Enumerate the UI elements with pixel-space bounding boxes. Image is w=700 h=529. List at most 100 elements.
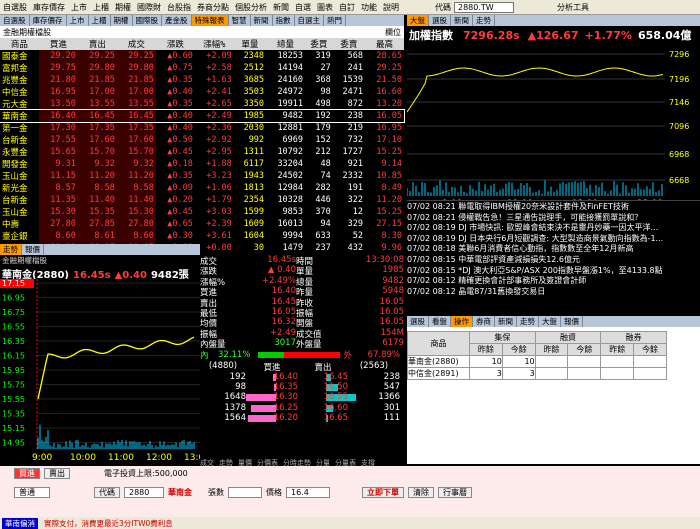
columns-button[interactable]: 欄位: [385, 27, 401, 38]
news-item[interactable]: 07/02 08:12 晶電87/31舊換發交易日: [407, 286, 700, 297]
tab-news[interactable]: 新聞: [451, 15, 473, 26]
quote-row[interactable]: 華南金 16.40 16.45 16.45 ▲0.40 +2.49 1985 9482 192 2…: [0, 110, 404, 122]
menu-item[interactable]: 上櫃: [90, 2, 112, 13]
credit-row[interactable]: 華南金(2880) 10 10: [408, 356, 667, 368]
tab-broker[interactable]: 券商: [473, 316, 495, 327]
quote-row[interactable]: 永豐金 15.65 15.70 15.70 ▲0.45 +2.95 1311 10792 212…: [0, 146, 404, 158]
watchlist-tab[interactable]: 期權: [111, 15, 133, 26]
menu-item[interactable]: 上市: [68, 2, 90, 13]
watchlist-tab[interactable]: 庫存價存: [30, 15, 67, 26]
column-header[interactable]: 買進: [39, 38, 78, 50]
watchlist-tab[interactable]: 智慧: [229, 15, 251, 26]
quote-row[interactable]: 第一金 17.30 17.35 17.35 ▲0.40 +2.36 2030 12881 179…: [0, 122, 404, 134]
watchlist-tab[interactable]: 特殊報表: [192, 15, 229, 26]
quote-row[interactable]: 元大金 13.50 13.55 13.55 ▲0.35 +2.65 3350 19911 498…: [0, 98, 404, 110]
clear-button[interactable]: 清除: [408, 487, 434, 498]
tab-news2[interactable]: 新聞: [495, 316, 517, 327]
column-header[interactable]: 委賣: [333, 38, 365, 50]
watchlist-tab[interactable]: 新聞: [251, 15, 273, 26]
news-item[interactable]: 07/02 08:19 DJ 市場快訊: 歐盟峰會結束決不是靈丹妙藥一因太平洋.…: [407, 222, 700, 233]
menu-item[interactable]: 國際財: [134, 2, 164, 13]
tools-menu[interactable]: 分析工具: [554, 2, 592, 13]
quote-row[interactable]: 兆豐金 21.80 21.85 21.85 ▲0.35 +1.63 3685 24160 368…: [0, 74, 404, 86]
menu-item[interactable]: 功能: [358, 2, 380, 13]
watchlist-tab[interactable]: 上櫃: [89, 15, 111, 26]
watchlist-tab[interactable]: 指數: [273, 15, 295, 26]
tab-trend2[interactable]: 走勢: [517, 316, 539, 327]
quote-row[interactable]: 台新金 11.35 11.40 11.40 ▲0.20 +1.79 2354 10328 446…: [0, 194, 404, 206]
quote-row[interactable]: 中壽 27.80 27.85 27.80 ▲0.65 +2.39 1609 16013 94 32…: [0, 218, 404, 230]
submit-order-button[interactable]: 立即下單: [362, 487, 404, 498]
tab-chart-quote[interactable]: 報價: [22, 244, 44, 255]
news-item[interactable]: 07/02 08:21 聯電取得IBM授權20奈米設計套件及FinFET技術: [407, 201, 700, 212]
menu-item[interactable]: 台股指: [164, 2, 194, 13]
quote-row[interactable]: 中信金 16.95 17.00 17.00 ▲0.40 +2.41 3503 24972 98 2…: [0, 86, 404, 98]
column-header[interactable]: 最高: [365, 38, 404, 50]
credit-table: 商品 集保 融資 融券 昨餘 今餘 昨餘 今餘 昨餘 今餘 華南金(2880) 10 10 中信金(2…: [407, 331, 667, 380]
buy-button[interactable]: 買進: [14, 468, 40, 479]
watchlist-tab[interactable]: 自選主: [295, 15, 325, 26]
tab-select[interactable]: 選股: [407, 316, 429, 327]
news-item[interactable]: 07/02 08:18 美聯6月消費者信心動指，指數數至全年12月新高: [407, 243, 700, 254]
column-header[interactable]: 漲幅%: [195, 38, 234, 50]
depth-row[interactable]: 192 16.40 16.45 238: [200, 372, 404, 382]
menu-item[interactable]: 說明: [380, 2, 402, 13]
order-code-input[interactable]: 2880: [124, 487, 164, 498]
code-input[interactable]: 2880.TW: [454, 2, 514, 13]
tab-watch[interactable]: 看盤: [429, 316, 451, 327]
qty-input[interactable]: [228, 487, 262, 498]
tab-trend-chart[interactable]: 走勢: [0, 244, 22, 255]
tab-market2[interactable]: 大盤: [539, 316, 561, 327]
news-item[interactable]: 07/02 08:21 侵權戰告急！三星通告說理手，可能接獲罰單說和？: [407, 212, 700, 223]
watchlist-tab[interactable]: 產金股: [162, 15, 192, 26]
price-input[interactable]: 16.4: [286, 487, 330, 498]
column-header[interactable]: 漲跌: [156, 38, 195, 50]
column-header[interactable]: 成交: [117, 38, 156, 50]
tab-stocks[interactable]: 選股: [429, 15, 451, 26]
watchlist-tab[interactable]: 國際股: [133, 15, 163, 26]
quote-row[interactable]: 富邦金 29.75 29.80 29.80 ▲0.75 +2.58 2512 14194 27 2…: [0, 62, 404, 74]
code-label-button[interactable]: 代碼: [94, 487, 120, 498]
tab-quote[interactable]: 報價: [561, 316, 583, 327]
menu-item[interactable]: 自選: [292, 2, 314, 13]
quote-row[interactable]: 新光金 8.57 8.58 8.58 ▲0.09 +1.06 1813 12984 282 191…: [0, 182, 404, 194]
credit-row[interactable]: 中信金(2891) 3 3: [408, 368, 667, 380]
quote-row[interactable]: 國泰金 29.20 29.25 29.25 ▲0.60 +2.09 2348 18253 319…: [0, 50, 404, 62]
news-item[interactable]: 07/02 08:15 *DJ 澳大利亞S&P/ASX 200指數早盤漲1%，至…: [407, 265, 700, 276]
tab-operate[interactable]: 操作: [451, 316, 473, 327]
menu-item[interactable]: 新聞: [270, 2, 292, 13]
quote-row[interactable]: 台新金 17.55 17.60 17.60 ▲0.50 +2.92 992 6969 152 73…: [0, 134, 404, 146]
column-header[interactable]: 委買: [305, 38, 333, 50]
depth-row[interactable]: 1648 16.30 16.55 1366: [200, 392, 404, 402]
quote-row[interactable]: 玉山金 15.30 15.35 15.30 ▲0.45 +3.03 1599 9853 370 1…: [0, 206, 404, 218]
sell-button[interactable]: 賣出: [44, 468, 70, 479]
column-header[interactable]: 總量: [266, 38, 305, 50]
market-select[interactable]: 普通: [14, 487, 50, 498]
tab-trend[interactable]: 走勢: [473, 15, 495, 26]
depth-row[interactable]: 1378 16.25 16.60 301: [200, 403, 404, 413]
news-item[interactable]: 07/02 08:15 中華電部評資產減損損失12.6億元: [407, 254, 700, 265]
menu-item[interactable]: 自訂: [336, 2, 358, 13]
price-label: 價格: [266, 487, 282, 498]
menu-item[interactable]: 期權: [112, 2, 134, 13]
quote-row[interactable]: 玉山金 11.15 11.20 11.20 ▲0.35 +3.23 1943 24502 74 2…: [0, 170, 404, 182]
column-header[interactable]: 商品: [0, 38, 39, 50]
column-header[interactable]: 賣出: [78, 38, 117, 50]
menu-item[interactable]: 個股分析: [232, 2, 270, 13]
menu-item[interactable]: 圖表: [314, 2, 336, 13]
calendar-button[interactable]: 行事曆: [438, 487, 472, 498]
menu-item[interactable]: 自選股: [0, 2, 30, 13]
column-header[interactable]: 單量: [234, 38, 266, 50]
news-item[interactable]: 07/02 08:19 DJ 日本央行6月短觀調查: 大型製造商景氣動向指數為-…: [407, 233, 700, 244]
menu-item[interactable]: 庫存價存: [30, 2, 68, 13]
watchlist-tab[interactable]: 自選股: [0, 15, 30, 26]
quote-row[interactable]: 臺企銀 8.60 8.61 8.60 ▲0.30 +3.61 1604 9994 633 52 8.…: [0, 230, 404, 242]
depth-row[interactable]: 98 16.35 16.50 547: [200, 382, 404, 392]
depth-row[interactable]: 1564 16.20 16.65 111: [200, 413, 404, 423]
watchlist-tab[interactable]: 熱門: [324, 15, 346, 26]
watchlist-tab[interactable]: 上市: [67, 15, 89, 26]
news-item[interactable]: 07/02 08:12 精確更換會計部事務所及簽證會計師: [407, 275, 700, 286]
menu-item[interactable]: 券商分點: [194, 2, 232, 13]
tab-market[interactable]: 大盤: [407, 15, 429, 26]
quote-row[interactable]: 開發金 9.31 9.32 9.32 ▲0.18 +1.88 6117 33204 48 921 9…: [0, 158, 404, 170]
